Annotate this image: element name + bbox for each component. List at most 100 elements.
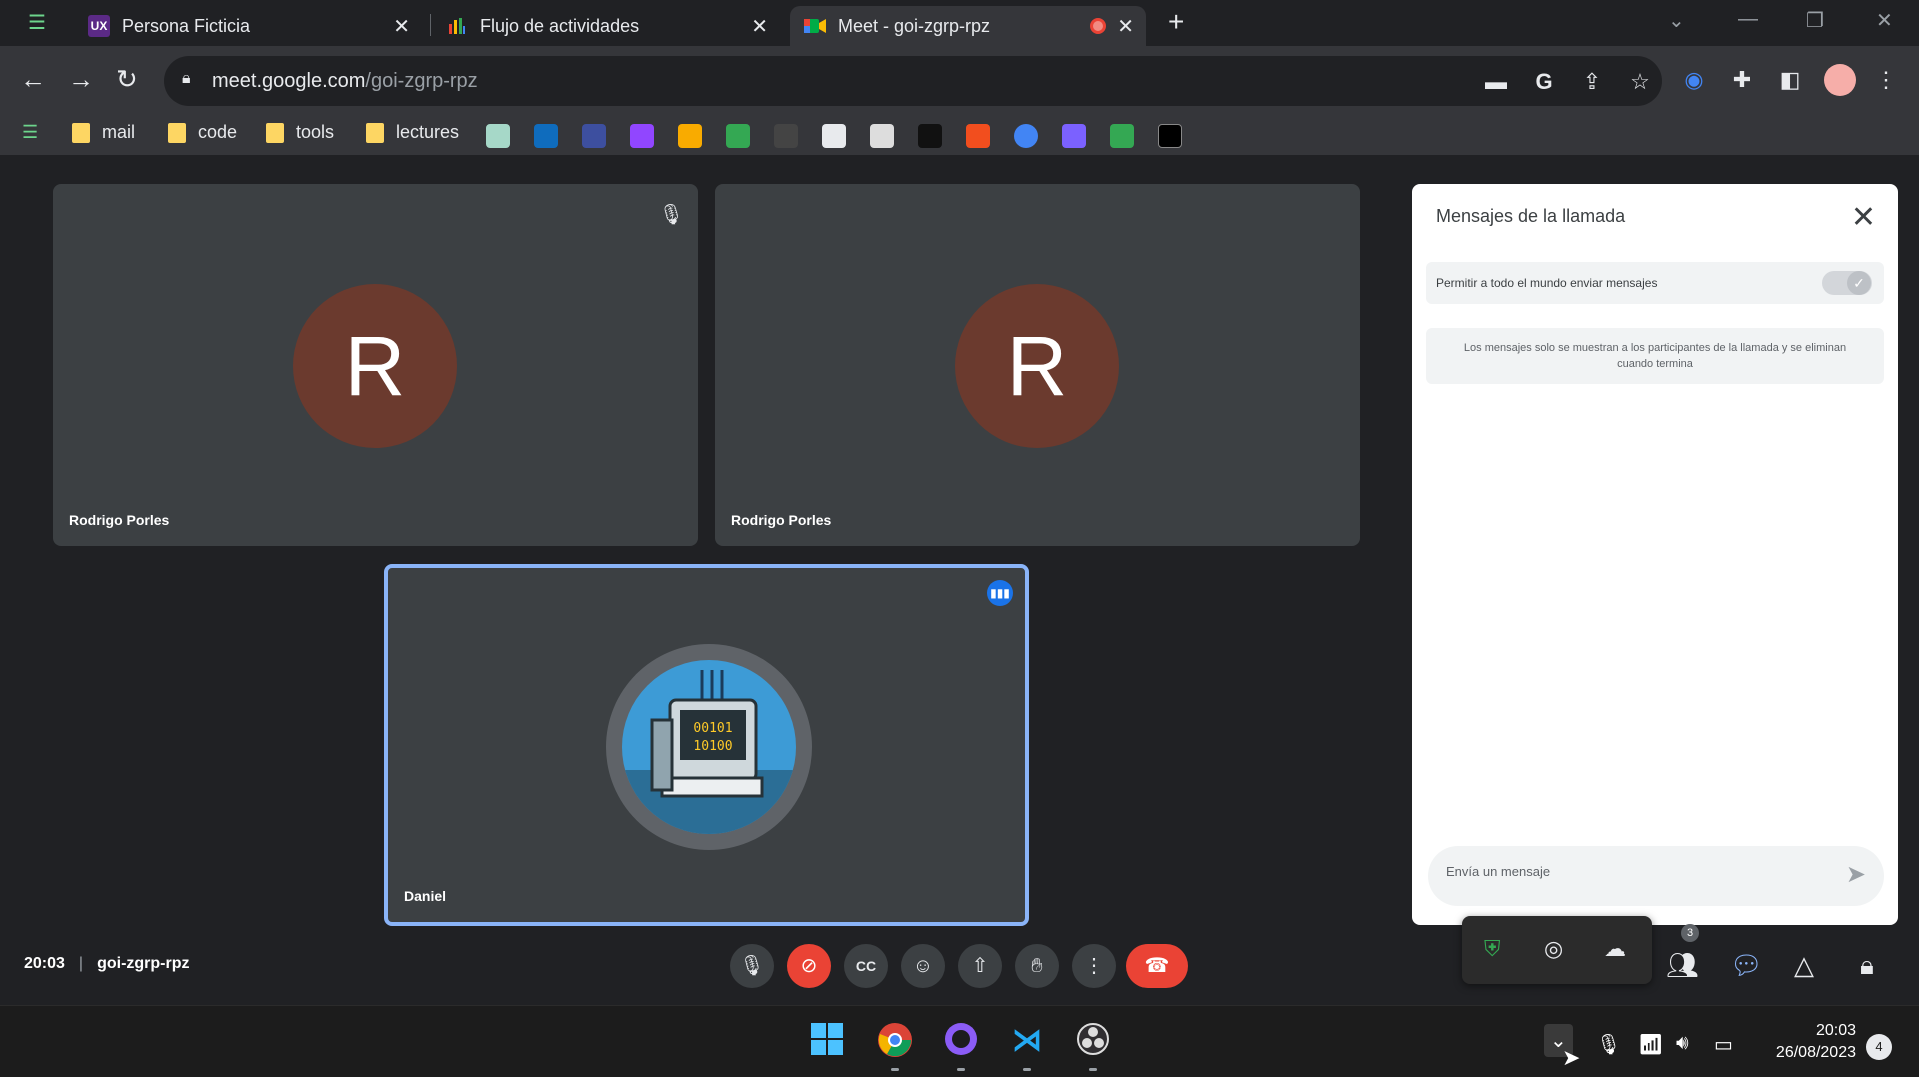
- mic-button[interactable]: 🎙︎: [730, 944, 774, 988]
- camera-icon[interactable]: ▬: [1482, 68, 1510, 96]
- camera-off-button[interactable]: ⊘: [787, 944, 831, 988]
- clock-date: 26/08/2023: [1775, 1044, 1856, 1061]
- svg-text:10100: 10100: [693, 739, 732, 754]
- chatgpt-icon[interactable]: [486, 124, 510, 148]
- new-tab-button[interactable]: +: [1168, 6, 1184, 38]
- bookmark-lectures[interactable]: lectures: [366, 122, 459, 143]
- minimize-icon[interactable]: —: [1738, 8, 1758, 31]
- forward-icon[interactable]: →: [68, 64, 94, 95]
- onedrive-icon[interactable]: ☁: [1604, 936, 1626, 962]
- bookmark-mail[interactable]: mail: [72, 122, 135, 143]
- participant-tile[interactable]: R Rodrigo Porles: [715, 184, 1360, 546]
- reload-icon[interactable]: ↻: [116, 64, 138, 95]
- microphone-tray-icon[interactable]: 🎙︎: [1596, 1032, 1621, 1057]
- raise-hand-button[interactable]: ✋︎: [1015, 944, 1059, 988]
- tab-persona-ficticia[interactable]: UX Persona Ficticia ✕: [74, 6, 422, 46]
- reactions-button[interactable]: ☺: [901, 944, 945, 988]
- participant-name: Rodrigo Porles: [731, 512, 832, 528]
- outlook-icon[interactable]: [534, 124, 558, 148]
- window-close-icon[interactable]: ✕: [1876, 8, 1893, 33]
- running-indicator: [891, 1068, 899, 1071]
- tab-title: Persona Ficticia: [122, 15, 251, 36]
- cta-icon[interactable]: [582, 124, 606, 148]
- puzzle-icon[interactable]: ✚: [1728, 66, 1756, 94]
- message-input-container[interactable]: ➤: [1428, 846, 1884, 906]
- participant-tile-active[interactable]: 00101 10100 ▮▮▮ Daniel: [384, 564, 1029, 926]
- site-icon[interactable]: [774, 124, 798, 148]
- message-input[interactable]: [1446, 864, 1806, 879]
- tab-separator: [430, 14, 431, 36]
- windows-start-icon[interactable]: [808, 1022, 846, 1060]
- url-text[interactable]: meet.google.com/goi-zgrp-rpz: [212, 70, 478, 93]
- running-indicator: [1089, 1068, 1097, 1071]
- bookmark-code[interactable]: code: [168, 122, 237, 143]
- running-indicator: [1023, 1068, 1031, 1071]
- site-icon-3[interactable]: [918, 124, 942, 148]
- menu-icon[interactable]: ⋮: [1872, 66, 1900, 94]
- vscode-icon[interactable]: ⋊: [1008, 1022, 1046, 1060]
- address-bar[interactable]: 🔒︎ meet.google.com/goi-zgrp-rpz ▬ G ⇪ ☆: [164, 56, 1662, 106]
- volume-icon[interactable]: 🔊︎: [1676, 1032, 1689, 1055]
- speaking-indicator-icon: ▮▮▮: [987, 580, 1013, 606]
- site-icon-4[interactable]: [1014, 124, 1038, 148]
- site-icon-6[interactable]: [1158, 124, 1182, 148]
- wifi-icon[interactable]: 📶︎: [1638, 1032, 1663, 1057]
- chat-panel: Mensajes de la llamada ✕ Permitir a todo…: [1412, 184, 1898, 925]
- close-icon[interactable]: ✕: [751, 14, 768, 39]
- participant-tile[interactable]: R 🎙︎ Rodrigo Porles: [53, 184, 698, 546]
- side-panel-icon[interactable]: ◧: [1776, 66, 1804, 94]
- tab-flujo-actividades[interactable]: Flujo de actividades ✕: [432, 6, 780, 46]
- site-icon-2[interactable]: [870, 124, 894, 148]
- bookmark-star-icon[interactable]: ☆: [1626, 68, 1654, 96]
- close-icon[interactable]: ✕: [1851, 200, 1876, 235]
- taskbar: ⋊ ⌄ 🎙︎ 📶︎ 🔊︎ ▭ 20:03 26/08/2023 4: [0, 1005, 1919, 1077]
- people-icon[interactable]: 👥︎: [1666, 950, 1699, 981]
- back-icon[interactable]: ←: [20, 64, 46, 95]
- avatar: R: [955, 284, 1119, 448]
- tab-meet[interactable]: Meet - goi-zgrp-rpz ✕: [790, 6, 1146, 46]
- notification-badge[interactable]: 4: [1866, 1034, 1892, 1060]
- share-icon[interactable]: ⇪: [1578, 68, 1606, 96]
- lock-icon[interactable]: 🔒︎: [182, 70, 191, 88]
- twitch-icon[interactable]: [630, 124, 654, 148]
- send-icon[interactable]: ➤: [1846, 860, 1866, 889]
- analytics-icon[interactable]: [678, 124, 702, 148]
- sheets-icon[interactable]: [1110, 124, 1134, 148]
- present-button[interactable]: ⇧: [958, 944, 1002, 988]
- tab-search-dropdown-icon[interactable]: ⌄: [1668, 8, 1685, 33]
- end-call-button[interactable]: ☎: [1126, 944, 1188, 988]
- restore-icon[interactable]: ❐: [1806, 8, 1824, 33]
- battery-icon[interactable]: ▭: [1714, 1032, 1733, 1057]
- google-icon[interactable]: G: [1530, 68, 1558, 96]
- more-options-button[interactable]: ⋮: [1072, 944, 1116, 988]
- activities-icon[interactable]: △: [1794, 950, 1814, 981]
- participant-name: Rodrigo Porles: [69, 512, 170, 528]
- site-icon-5[interactable]: [1062, 124, 1086, 148]
- phone-hangup-icon: ☎: [1144, 955, 1170, 977]
- figma-icon[interactable]: [966, 124, 990, 148]
- obs-taskbar-icon[interactable]: [1074, 1022, 1112, 1060]
- close-icon[interactable]: ✕: [393, 14, 410, 39]
- apps-icon[interactable]: ☰: [22, 122, 38, 143]
- chat-icon[interactable]: 💬︎: [1730, 950, 1763, 981]
- defender-icon[interactable]: ⛨: [1484, 936, 1501, 962]
- host-controls-icon[interactable]: 🔒︎: [1860, 950, 1874, 982]
- tab-title: Meet - goi-zgrp-rpz: [838, 15, 991, 36]
- permission-toggle[interactable]: ✓: [1822, 271, 1872, 295]
- clock[interactable]: 20:03 26/08/2023: [1760, 1020, 1856, 1064]
- captions-button[interactable]: CC: [844, 944, 888, 988]
- profile-avatar[interactable]: [1824, 64, 1856, 96]
- close-icon[interactable]: ✕: [1117, 14, 1134, 39]
- permission-row: Permitir a todo el mundo enviar mensajes…: [1426, 262, 1884, 304]
- obs-icon[interactable]: ◎: [1544, 936, 1563, 962]
- chart-icon: [446, 15, 468, 37]
- tab-title: Flujo de actividades: [480, 15, 640, 36]
- soccer-icon[interactable]: [822, 124, 846, 148]
- github-desktop-icon[interactable]: [942, 1022, 980, 1060]
- tab-search-icon[interactable]: ☰: [28, 12, 50, 34]
- system-tray-overflow: ⛨ ◎ ☁: [1462, 916, 1652, 984]
- extension-icon[interactable]: ◉: [1680, 66, 1708, 94]
- drive-icon[interactable]: [726, 124, 750, 148]
- chrome-icon[interactable]: [876, 1022, 914, 1060]
- bookmark-tools[interactable]: tools: [266, 122, 334, 143]
